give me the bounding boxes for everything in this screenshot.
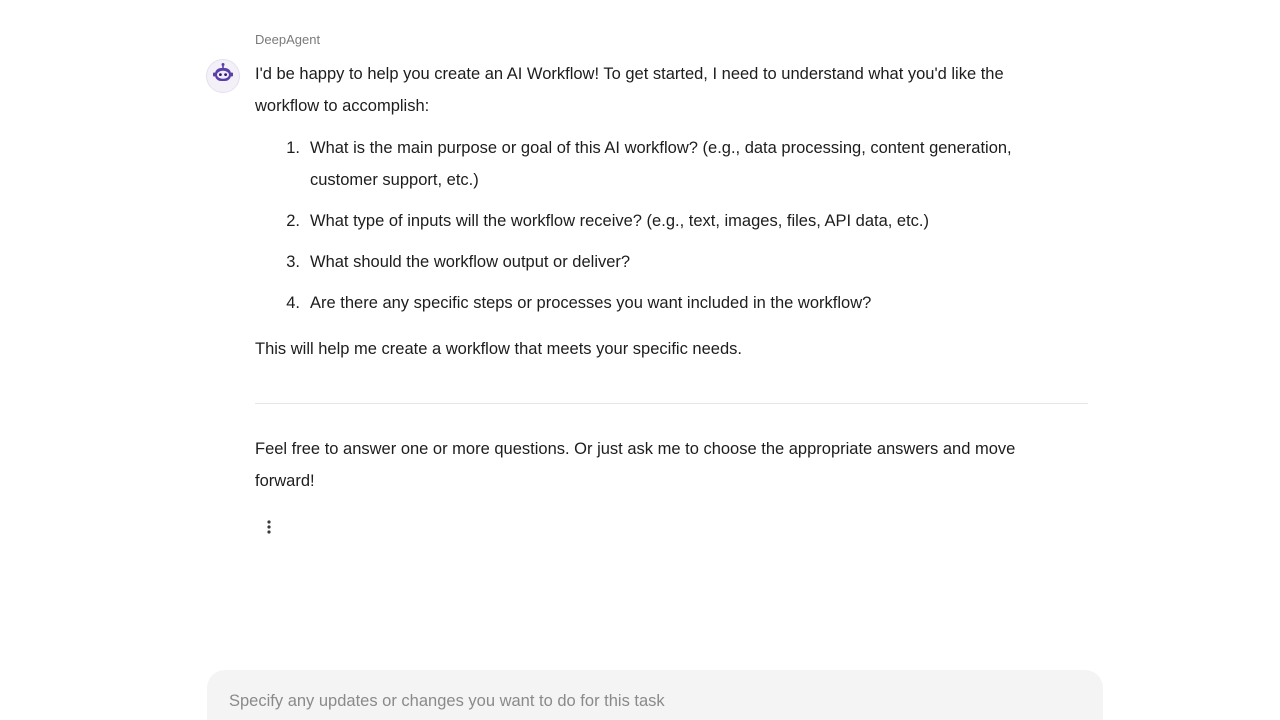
agent-avatar	[206, 59, 240, 93]
question-item: 3. What should the workflow output or de…	[255, 246, 1055, 278]
agent-message: I'd be happy to help you create an AI Wo…	[255, 58, 1055, 365]
question-number: 3.	[286, 253, 300, 271]
question-item: 4. Are there any specific steps or proce…	[255, 287, 1055, 319]
question-item: 1. What is the main purpose or goal of t…	[255, 132, 1055, 196]
sender-name: DeepAgent	[255, 32, 321, 47]
question-text: What is the main purpose or goal of this…	[310, 139, 1012, 189]
question-text: What should the workflow output or deliv…	[310, 253, 631, 271]
more-options-button[interactable]	[259, 518, 279, 540]
robot-icon	[211, 62, 235, 91]
chat-page: DeepAgent I'd be happy to help you creat…	[0, 0, 1280, 720]
question-text: What type of inputs will the workflow re…	[310, 212, 930, 230]
task-update-input[interactable]	[229, 692, 1081, 711]
question-number: 2.	[286, 212, 300, 230]
question-text: Are there any specific steps or processe…	[310, 294, 872, 312]
more-vertical-icon	[266, 519, 272, 540]
question-number: 4.	[286, 294, 300, 312]
message-closing: This will help me create a workflow that…	[255, 340, 742, 358]
message-divider	[255, 403, 1088, 404]
question-number: 1.	[286, 139, 300, 157]
question-item: 2. What type of inputs will the workflow…	[255, 205, 1055, 237]
composer	[207, 670, 1103, 720]
followup-text: Feel free to answer one or more question…	[255, 440, 1016, 490]
questions-list: 1. What is the main purpose or goal of t…	[255, 132, 1055, 319]
message-intro: I'd be happy to help you create an AI Wo…	[255, 65, 1004, 115]
